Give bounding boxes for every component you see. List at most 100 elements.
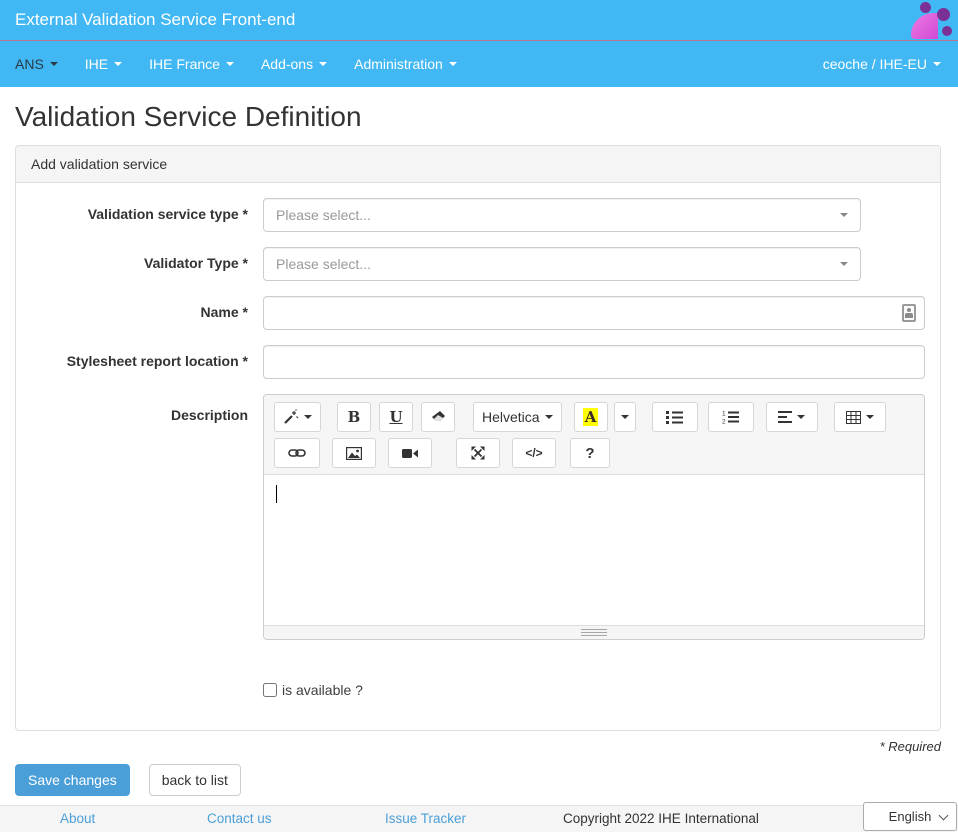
toolbar-row-2: </> ? [274,438,914,468]
back-to-list-button[interactable]: back to list [149,764,241,796]
logo-dot [920,2,931,13]
font-color-button[interactable]: A [574,402,608,432]
clear-formatting-button[interactable] [421,402,455,432]
name-label: Name * [31,296,263,320]
page-title: Validation Service Definition [15,101,958,133]
name-input[interactable] [263,296,925,330]
paragraph-align-icon [778,411,792,423]
caret-down-icon [621,415,629,419]
nav-item-label: Administration [354,56,443,72]
insert-picture-button[interactable] [332,438,376,468]
user-menu-label: ceoche / IHE-EU [823,56,927,72]
add-validation-service-panel: Add validation service Validation servic… [15,145,941,731]
svg-text:1: 1 [722,411,726,418]
code-view-button[interactable]: </> [512,438,556,468]
stylesheet-control [263,345,925,379]
validator-type-label: Validator Type * [31,247,263,271]
stylesheet-input[interactable] [263,345,925,379]
fullscreen-button[interactable] [456,438,500,468]
font-family-button[interactable]: Helvetica [473,402,562,432]
nav-item-add-ons[interactable]: Add-ons [261,56,327,72]
contact-autofill-icon[interactable] [902,304,916,322]
description-rich-text-editor: B U Helvetica [263,394,925,640]
select-placeholder: Please select... [276,256,371,272]
save-changes-button[interactable]: Save changes [15,764,130,796]
unordered-list-icon [666,410,683,424]
underline-button[interactable]: U [379,402,413,432]
gazelle-logo-icon [904,1,952,40]
eraser-icon [431,410,446,424]
help-button[interactable]: ? [570,438,610,468]
validation-service-type-control: Please select... [263,198,925,232]
is-available-label: is available ? [282,682,363,698]
insert-link-button[interactable] [274,438,320,468]
is-available-checkbox[interactable] [263,683,277,697]
ordered-list-button[interactable]: 1 2 [708,402,754,432]
description-control: B U Helvetica [263,394,925,640]
app-title: External Validation Service Front-end [15,10,295,30]
footer-link-issue-tracker[interactable]: Issue Tracker [385,806,466,832]
footer-link-about[interactable]: About [60,806,95,832]
text-cursor [276,485,277,503]
caret-down-icon [840,213,848,217]
nav-item-label: IHE France [149,56,220,72]
logo-dot [937,8,950,21]
resize-handle-icon[interactable] [581,632,607,633]
validator-type-select[interactable]: Please select... [263,247,861,281]
magic-wand-icon [283,409,299,425]
caret-down-icon [840,262,848,266]
user-menu[interactable]: ceoche / IHE-EU [823,56,941,72]
name-row: Name * [31,296,925,330]
font-family-label: Helvetica [482,409,540,425]
caret-down-icon [797,415,805,419]
language-select[interactable]: English [863,802,957,831]
editor-statusbar[interactable] [264,625,924,639]
validator-type-control: Please select... [263,247,925,281]
unordered-list-button[interactable] [652,402,698,432]
logo-quarter-shape [911,13,938,39]
is-available-row: is available ? [263,682,925,698]
name-control [263,296,925,330]
stylesheet-label: Stylesheet report location * [31,345,263,369]
description-editing-area[interactable] [264,475,924,625]
style-button[interactable] [274,402,321,432]
toolbar-row-1: B U Helvetica [274,402,914,432]
nav-item-label: ANS [15,56,44,72]
chevron-down-icon [939,811,949,821]
video-icon [402,448,418,459]
caret-down-icon [933,62,941,66]
nav-item-label: Add-ons [261,56,313,72]
panel-heading: Add validation service [16,146,940,183]
logo-dot [942,26,952,36]
caret-down-icon [114,62,122,66]
select-placeholder: Please select... [276,207,371,223]
validator-type-row: Validator Type * Please select... [31,247,925,281]
caret-down-icon [866,415,874,419]
stylesheet-row: Stylesheet report location * [31,345,925,379]
nav-item-label: IHE [85,56,108,72]
table-icon [846,411,861,424]
panel-body: Validation service type * Please select.… [16,183,940,730]
language-select-value: English [889,809,932,824]
caret-down-icon [449,62,457,66]
page-footer: About Contact us Issue Tracker Copyright… [0,805,958,832]
paragraph-align-button[interactable] [766,402,818,432]
table-button[interactable] [834,402,886,432]
svg-text:2: 2 [722,419,726,425]
main-navbar: ANS IHE IHE France Add-ons Administratio… [0,41,958,87]
nav-item-administration[interactable]: Administration [354,56,457,72]
nav-item-ihe[interactable]: IHE [85,56,122,72]
app-header: External Validation Service Front-end [0,0,958,41]
link-icon [288,448,306,458]
nav-item-ans[interactable]: ANS [15,56,58,72]
required-note: * Required [0,739,941,754]
footer-link-contact-us[interactable]: Contact us [207,806,272,832]
editor-toolbar: B U Helvetica [264,395,924,475]
insert-video-button[interactable] [388,438,432,468]
form-actions: Save changes back to list [15,764,958,796]
font-color-dropdown-button[interactable] [614,402,636,432]
caret-down-icon [545,415,553,419]
bold-button[interactable]: B [337,402,371,432]
nav-item-ihe-france[interactable]: IHE France [149,56,234,72]
validation-service-type-select[interactable]: Please select... [263,198,861,232]
